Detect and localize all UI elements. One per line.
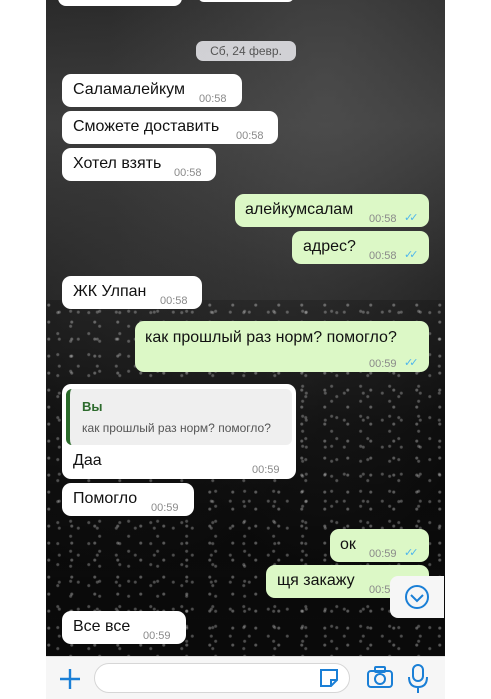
quote-text: как прошлый раз норм? помогло? — [82, 421, 271, 435]
message-incoming[interactable]: Саламалейкум 00:58 — [62, 74, 242, 107]
message-time: 00:59 — [143, 630, 171, 642]
message-text: ЖК Улпан — [73, 283, 147, 300]
message-outgoing[interactable]: адрес? 00:58 ✓✓ — [292, 231, 429, 264]
read-ticks-icon: ✓✓ — [404, 547, 419, 559]
message-incoming[interactable]: Все все 00:59 — [62, 611, 186, 644]
message-text: Хотел взять — [73, 155, 162, 172]
message-text: алейкумсалам — [245, 201, 354, 218]
message-text: Все все — [73, 618, 131, 635]
message-incoming[interactable]: Сможете доставить 00:58 — [62, 111, 278, 144]
chevron-down-icon — [405, 585, 429, 609]
message-input[interactable] — [94, 663, 350, 693]
plus-icon — [60, 669, 80, 689]
message-time: 00:58 — [236, 130, 264, 142]
message-time: 00:58 — [160, 295, 188, 307]
message-time: 00:58 — [199, 93, 227, 105]
message-text: Даа — [73, 452, 102, 469]
cropped-message-top — [58, 0, 182, 6]
message-incoming[interactable]: Помогло 00:59 — [62, 483, 194, 516]
sticker-button[interactable] — [317, 666, 341, 690]
quote-author: Вы — [82, 399, 103, 414]
message-text: как прошлый раз норм? помогло? — [145, 329, 397, 346]
read-ticks-icon: ✓✓ — [404, 249, 419, 261]
message-time: 00:5 — [369, 584, 391, 596]
message-time: 00:59 — [369, 548, 397, 560]
message-time: 00:58 — [174, 167, 202, 179]
message-time: 00:58 — [369, 213, 397, 225]
microphone-button[interactable] — [406, 663, 430, 695]
message-time: 00:59 — [151, 502, 179, 514]
quoted-message[interactable]: Вы как прошлый раз норм? помогло? — [66, 389, 292, 445]
cropped-message-top-2 — [198, 0, 294, 2]
message-outgoing[interactable]: как прошлый раз норм? помогло? 00:59 ✓✓ — [135, 321, 429, 372]
message-text: адрес? — [303, 238, 356, 255]
message-text: Сможете доставить — [73, 118, 220, 135]
message-incoming[interactable]: Хотел взять 00:58 — [62, 148, 216, 181]
camera-button[interactable] — [366, 665, 394, 691]
message-text: Помогло — [73, 490, 138, 507]
message-time: 00:58 — [369, 250, 397, 262]
date-separator: Сб, 24 февр. — [196, 41, 296, 61]
message-text: ок — [340, 536, 356, 553]
read-ticks-icon: ✓✓ — [404, 212, 419, 224]
message-text: Саламалейкум — [73, 81, 185, 98]
read-ticks-icon: ✓✓ — [404, 357, 419, 369]
camera-icon — [367, 666, 393, 688]
sticker-icon — [320, 669, 338, 687]
microphone-icon — [408, 664, 428, 693]
message-time: 00:59 — [369, 358, 397, 370]
message-incoming[interactable]: ЖК Улпан 00:58 — [62, 276, 202, 309]
scroll-down-button[interactable] — [390, 576, 444, 618]
message-outgoing[interactable]: алейкумсалам 00:58 ✓✓ — [235, 194, 429, 227]
attach-button[interactable] — [56, 665, 84, 693]
message-outgoing[interactable]: ок 00:59 ✓✓ — [330, 529, 429, 562]
message-text: щя закажу — [277, 572, 355, 589]
message-time: 00:59 — [252, 464, 280, 476]
